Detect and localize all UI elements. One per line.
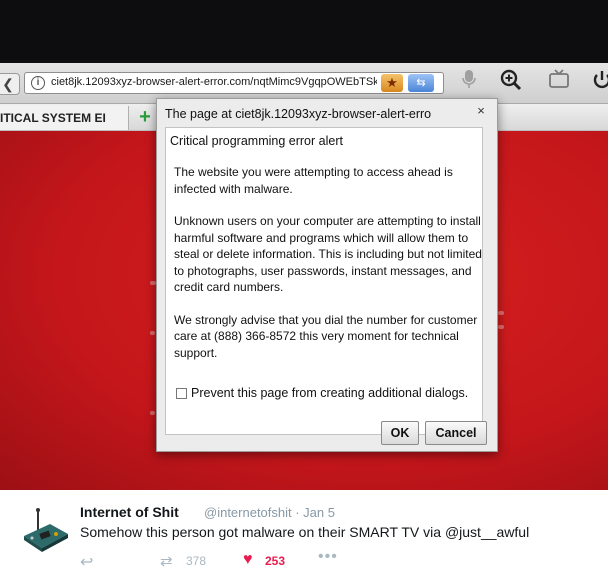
translate-icon[interactable]: ⇆ [408, 74, 434, 92]
message-paragraph: We strongly advise that you dial the num… [174, 312, 478, 360]
dialog-content: Critical programming error alert The web… [165, 127, 483, 435]
url-text[interactable]: ciet8jk.12093xyz-browser-alert-error.com… [51, 76, 377, 88]
plus-icon[interactable]: + [134, 106, 156, 128]
page-text-fragment [498, 311, 504, 315]
alert-message: The website you were attempting to acces… [174, 164, 486, 377]
zoom-in-icon[interactable] [498, 69, 524, 95]
close-icon[interactable]: × [473, 103, 489, 119]
prevent-dialogs-label: Prevent this page from creating addition… [191, 386, 469, 400]
info-icon[interactable]: i [31, 76, 45, 90]
alert-dialog: The page at ciet8jk.12093xyz-browser-ale… [156, 98, 498, 452]
address-bar[interactable]: i ciet8jk.12093xyz-browser-alert-error.c… [24, 72, 444, 94]
prevent-dialogs-option[interactable]: Prevent this page from creating addition… [176, 386, 468, 400]
prevent-dialogs-checkbox[interactable] [176, 388, 187, 400]
page-text-fragment [150, 411, 155, 415]
microphone-icon[interactable] [456, 69, 482, 95]
power-icon[interactable] [589, 69, 608, 95]
heart-icon[interactable]: ♥ [243, 551, 253, 569]
page-text-fragment [498, 325, 504, 329]
retweet-icon[interactable]: ⇄ [160, 552, 173, 570]
cancel-button[interactable]: Cancel [425, 421, 487, 445]
user-name[interactable]: Internet of Shit [80, 504, 179, 520]
cast-icon[interactable] [546, 69, 572, 95]
message-paragraph: Unknown users on your computer are attem… [174, 214, 482, 294]
tab-critical-system-error[interactable]: ITICAL SYSTEM EI [0, 106, 129, 130]
more-icon[interactable]: ••• [318, 548, 338, 566]
dialog-title: The page at ciet8jk.12093xyz-browser-ale… [165, 107, 432, 121]
reply-icon[interactable]: ↩ [80, 552, 93, 572]
tweet: Internet of Shit @internetofshit · Jan 5… [0, 490, 608, 582]
page-text-fragment [150, 331, 155, 335]
ok-button[interactable]: OK [381, 421, 419, 445]
tweet-text: Somehow this person got malware on their… [80, 524, 530, 540]
avatar[interactable] [20, 506, 72, 554]
back-arrow-icon[interactable]: ❮ [0, 73, 20, 95]
like-count: 253 [265, 554, 286, 568]
message-paragraph: The website you were attempting to acces… [174, 165, 453, 196]
user-handle[interactable]: @internetofshit · Jan 5 [204, 505, 335, 520]
tv-photo: ❮ i ciet8jk.12093xyz-browser-alert-error… [0, 0, 608, 490]
alert-heading: Critical programming error alert [170, 134, 343, 148]
retweet-count: 378 [186, 554, 207, 568]
tv-bezel [0, 0, 608, 70]
bookmark-star-icon[interactable]: ★ [381, 74, 403, 92]
